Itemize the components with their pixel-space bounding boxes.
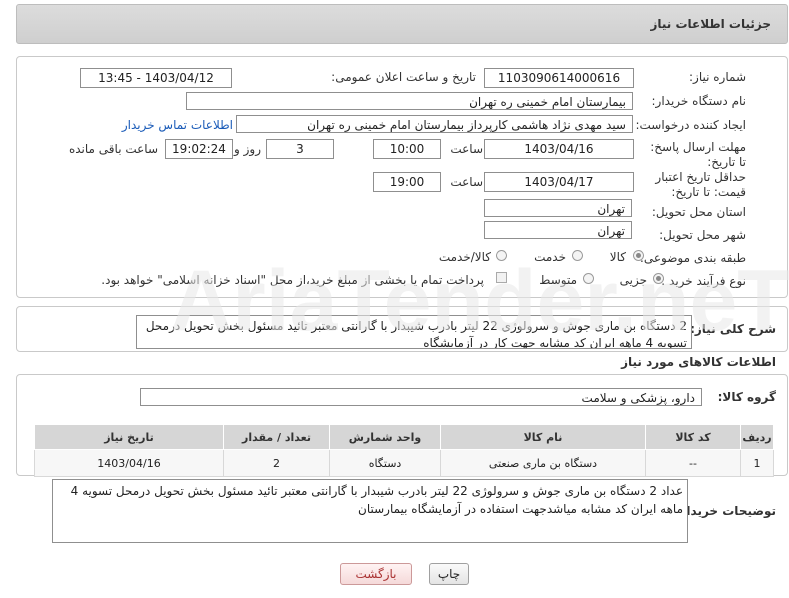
cell-unit: دستگاه [329, 449, 441, 477]
category-option-service: خدمت [534, 250, 566, 264]
category-radio-service[interactable] [572, 250, 583, 261]
purchase-radio-minor[interactable] [653, 273, 664, 284]
city-field[interactable]: تهران [484, 221, 632, 239]
col-quantity: تعداد / مقدار [223, 424, 330, 450]
treasury-payment-checkbox[interactable] [496, 272, 507, 283]
category-option-goods: کالا [609, 250, 626, 264]
days-label: روز و [234, 142, 261, 156]
cell-need-date: 1403/04/16 [34, 449, 224, 477]
remaining-label: ساعت باقی مانده [68, 142, 158, 156]
cell-row-number: 1 [740, 449, 774, 477]
validity-date-field[interactable]: 1403/04/17 [484, 172, 634, 192]
col-item-name: نام کالا [440, 424, 646, 450]
col-unit: واحد شمارش [329, 424, 441, 450]
buyer-org-label: نام دستگاه خریدار: [651, 94, 747, 108]
page-title: جزئیات اطلاعات نیاز [650, 17, 771, 31]
category-radio-both[interactable] [496, 250, 507, 261]
goods-group-label: گروه کالا: [717, 390, 776, 404]
buyer-org-field[interactable]: بیمارستان امام خمینی ره تهران [186, 92, 633, 110]
purchase-option-medium: متوسط [539, 273, 577, 287]
page-header: جزئیات اطلاعات نیاز [16, 4, 788, 44]
summary-textarea[interactable]: 2 دستگاه بن ماری جوش و سرولوژی 22 لیتر ب… [136, 315, 692, 349]
category-option-both: کالا/خدمت [438, 250, 491, 264]
need-number-label: شماره نیاز: [689, 70, 746, 84]
category-label: طبقه بندی موضوعی: [639, 251, 746, 265]
creator-field[interactable]: سید مهدی نژاد هاشمی کارپرداز بیمارستان ا… [236, 115, 633, 133]
col-item-code: کد کالا [645, 424, 741, 450]
announce-datetime-label: تاریخ و ساعت اعلان عمومی: [331, 70, 476, 84]
back-button[interactable]: بازگشت [340, 563, 412, 585]
need-number-field[interactable]: 1103090614000616 [484, 68, 634, 88]
col-row-number: ردیف [740, 424, 774, 450]
category-radio-goods[interactable] [633, 250, 644, 261]
purchase-option-minor: جزیی [619, 273, 647, 287]
province-field[interactable]: تهران [484, 199, 632, 217]
deadline-date-field[interactable]: 1403/04/16 [484, 139, 634, 159]
table-row[interactable]: 1 -- دستگاه بن ماری صنعتی دستگاه 2 1403/… [34, 449, 774, 477]
validity-time-label: ساعت [450, 175, 483, 189]
summary-label: شرح کلی نیاز: [690, 322, 776, 336]
purchase-radio-medium[interactable] [583, 273, 594, 284]
buyer-notes-textarea[interactable]: عداد 2 دستگاه بن ماری جوش و سرولوژی 22 ل… [52, 479, 688, 543]
validity-label: حداقل تاریخ اعتبار قیمت: تا تاریخ: [655, 170, 746, 199]
validity-time-field[interactable]: 19:00 [373, 172, 441, 192]
table-header-row: ردیف کد کالا نام کالا واحد شمارش تعداد /… [34, 424, 774, 450]
creator-label: ایجاد کننده درخواست: [635, 118, 746, 132]
deadline-label: مهلت ارسال پاسخ: تا تاریخ: [650, 140, 746, 169]
cell-item-code: -- [645, 449, 741, 477]
col-need-date: تاریخ نیاز [34, 424, 224, 450]
contact-info-link[interactable]: اطلاعات تماس خریدار [122, 118, 233, 132]
purchase-type-label: نوع فرآیند خرید : [661, 274, 746, 288]
announce-datetime-field[interactable]: 1403/04/12 - 13:45 [80, 68, 232, 88]
treasury-payment-note: پرداخت تمام یا بخشی از مبلغ خرید،از محل … [101, 273, 484, 287]
print-button[interactable]: چاپ [429, 563, 469, 585]
goods-info-title: اطلاعات کالاهای مورد نیاز [621, 355, 776, 369]
city-label: شهر محل تحویل: [659, 228, 746, 242]
remaining-time-field[interactable]: 19:02:24 [165, 139, 233, 159]
cell-quantity: 2 [223, 449, 330, 477]
buyer-notes-label: توضیحات خریدار: [674, 504, 776, 518]
goods-table: ردیف کد کالا نام کالا واحد شمارش تعداد /… [34, 424, 774, 477]
deadline-time-field[interactable]: 10:00 [373, 139, 441, 159]
cell-item-name: دستگاه بن ماری صنعتی [440, 449, 646, 477]
province-label: استان محل تحویل: [651, 205, 746, 219]
days-field[interactable]: 3 [266, 139, 334, 159]
goods-group-field[interactable]: دارو، پزشکی و سلامت [140, 388, 702, 406]
deadline-time-label: ساعت [450, 142, 483, 156]
